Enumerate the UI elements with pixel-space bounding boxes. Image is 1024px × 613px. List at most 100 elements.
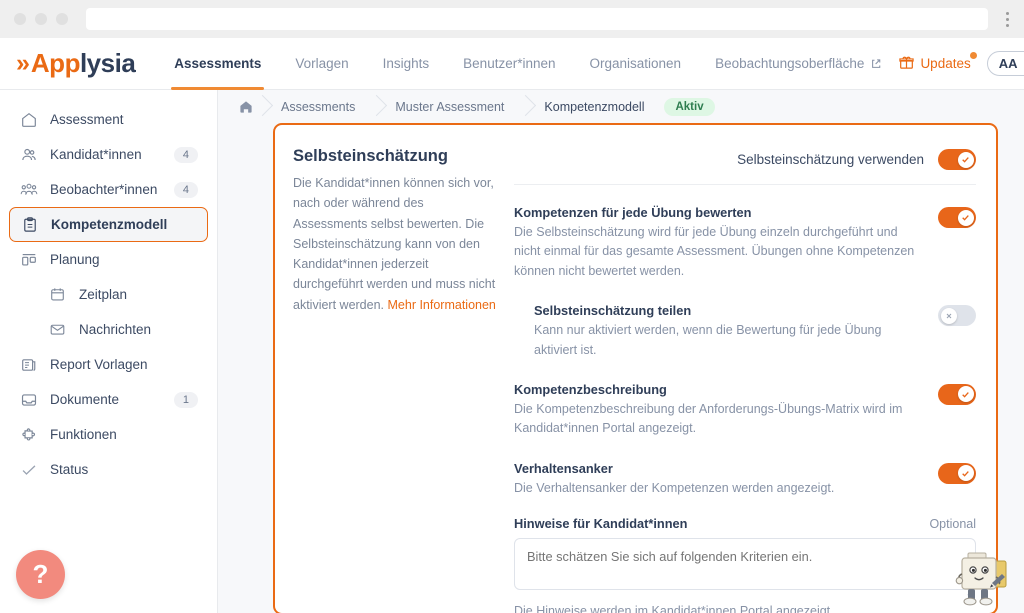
sidebar-item-assessment[interactable]: Assessment [9,102,208,137]
gift-icon [899,55,915,73]
setting-toggle-wrap [938,303,976,327]
card-settings-column: Selbsteinschätzung verwenden Kompetenzen… [508,143,976,613]
card-description: Die Kandidat*innen können sich vor, nach… [293,173,496,315]
nav-item-insights[interactable]: Insights [366,38,447,89]
setting-description: Die Selbsteinschätzung wird für jede Übu… [514,225,915,278]
user-avatar-menu[interactable]: AA [986,51,1024,76]
breadcrumb-item-muster-assessment[interactable]: Muster Assessment [381,100,518,114]
browser-chrome [0,0,1024,38]
sidebar-item-label: Kandidat*innen [50,147,142,162]
report-icon [19,355,38,374]
more-information-link[interactable]: Mehr Informationen [388,298,496,312]
sidebar-item-kompetenzmodell[interactable]: Kompetenzmodell [9,207,208,242]
sidebar-item-label: Nachrichten [79,322,152,337]
address-bar[interactable] [86,8,988,30]
notes-field-header: Hinweise für Kandidat*innen Optional [514,514,976,538]
page-body: Assessment Kandidat*innen 4 Beobachter*i… [0,90,1024,613]
sidebar-item-nachrichten[interactable]: Nachrichten [38,312,208,347]
toggle-knob [957,386,974,403]
updates-notification-dot [969,51,977,59]
toggle-knob [940,307,957,324]
setting-selbsteinschaetzung-teilen: Selbsteinschätzung teilen Kann nur aktiv… [514,297,976,376]
notes-field-helper: Die Hinweise werden im Kandidat*innen Po… [514,604,834,613]
mail-icon [48,320,67,339]
sidebar-item-label: Assessment [50,112,124,127]
nav-item-benutzerinnen[interactable]: Benutzer*innen [446,38,572,89]
window-close-dot[interactable] [14,13,26,25]
page-title: Selbsteinschätzung [293,147,448,165]
sidebar-item-label: Dokumente [50,392,120,407]
setting-text: Selbsteinschätzung teilen Kann nur aktiv… [534,303,922,360]
main-toggle-row: Selbsteinschätzung verwenden [514,143,976,184]
setting-verhaltensanker: Verhaltensanker Die Verhaltensanker der … [514,455,976,514]
nav-item-assessments[interactable]: Assessments [157,38,278,90]
toggle-knob [957,151,974,168]
breadcrumb-separator-icon [518,96,530,118]
toggle-selbsteinschaetzung-teilen[interactable] [938,305,976,327]
sidebar-item-label: Funktionen [50,427,117,442]
sidebar-item-beobachterinnen[interactable]: Beobachter*innen 4 [9,172,208,207]
clipboard-icon [20,215,39,234]
sidebar-item-kandidatinnen[interactable]: Kandidat*innen 4 [9,137,208,172]
window-controls[interactable] [14,13,68,25]
nav-label: Insights [382,56,430,71]
setting-toggle-wrap [938,382,976,405]
nav-label: Benutzer*innen [463,56,556,71]
setting-toggle-wrap [938,461,976,484]
breadcrumb: Assessments Muster Assessment Kompetenzm… [218,90,1024,123]
updates-button[interactable]: Updates [899,51,977,73]
sidebar-item-planung[interactable]: Planung [9,242,208,277]
breadcrumb-item-assessments[interactable]: Assessments [267,100,369,114]
nav-label: Beobachtungsoberfläche [715,56,865,71]
users-icon [19,145,38,164]
sidebar-item-report-vorlagen[interactable]: Report Vorlagen [9,347,208,382]
content-area: Assessments Muster Assessment Kompetenzm… [218,90,1024,613]
breadcrumb-item-kompetenzmodell[interactable]: Kompetenzmodell [530,100,658,114]
window-minimize-dot[interactable] [35,13,47,25]
setting-kompetenzen-fuer-jede-uebung: Kompetenzen für jede Übung bewerten Die … [514,199,976,297]
sidebar-item-zeitplan[interactable]: Zeitplan [38,277,208,312]
toggle-kompetenzen-bewerten[interactable] [938,207,976,228]
group-icon [19,180,38,199]
notes-field-label: Hinweise für Kandidat*innen [514,516,688,531]
setting-kompetenzbeschreibung: Kompetenzbeschreibung Die Kompetenzbesch… [514,376,976,455]
toggle-knob [957,209,974,226]
window-maximize-dot[interactable] [56,13,68,25]
card-description-column: Selbsteinschätzung Die Kandidat*innen kö… [293,143,508,613]
app-logo[interactable]: » App lysia [16,48,136,79]
nav-item-beobachtungsoberflaeche[interactable]: Beobachtungsoberfläche [698,38,899,89]
card-description-text: Die Kandidat*innen können sich vor, nach… [293,176,496,312]
nav-label: Vorlagen [295,56,349,71]
toggle-kompetenzbeschreibung[interactable] [938,383,976,405]
avatar-initials: AA [998,56,1018,71]
sidebar-item-label: Zeitplan [79,287,128,302]
external-link-icon [870,58,882,70]
nav-item-organisationen[interactable]: Organisationen [573,38,699,89]
sidebar-item-status[interactable]: Status [9,452,208,487]
toggle-verhaltensanker[interactable] [938,462,976,484]
sidebar-item-funktionen[interactable]: Funktionen [9,417,208,452]
notes-textarea[interactable] [514,538,976,590]
section-divider [514,184,976,185]
setting-text: Kompetenzen für jede Übung bewerten Die … [514,205,922,281]
help-button[interactable]: ? [16,550,65,599]
toggle-selbsteinschaetzung-verwenden[interactable] [938,149,976,170]
sidebar-item-label: Status [50,462,89,477]
setting-description: Kann nur aktiviert werden, wenn die Bewe… [534,323,882,357]
setting-title: Kompetenzbeschreibung [514,381,667,397]
setting-title: Verhaltensanker [514,460,613,476]
breadcrumb-separator-icon [369,96,381,118]
nav-items: Assessments Vorlagen Insights Benutzer*i… [157,38,899,90]
status-badge: Aktiv [664,97,715,116]
top-navigation: » App lysia Assessments Vorlagen Insights … [0,38,1024,90]
nav-item-vorlagen[interactable]: Vorlagen [278,38,365,89]
sidebar-item-count: 1 [173,391,198,408]
setting-title: Kompetenzen für jede Übung bewerten [514,205,752,220]
setting-text: Kompetenzbeschreibung Die Kompetenzbesch… [514,382,922,439]
mascot-illustration [952,537,1014,609]
sidebar-item-label: Report Vorlagen [50,357,148,372]
sidebar-item-dokumente[interactable]: Dokumente 1 [9,382,208,417]
setting-description: Die Verhaltensanker der Kompetenzen werd… [514,480,835,495]
puzzle-icon [19,425,38,444]
kebab-menu-icon[interactable] [996,11,1014,27]
